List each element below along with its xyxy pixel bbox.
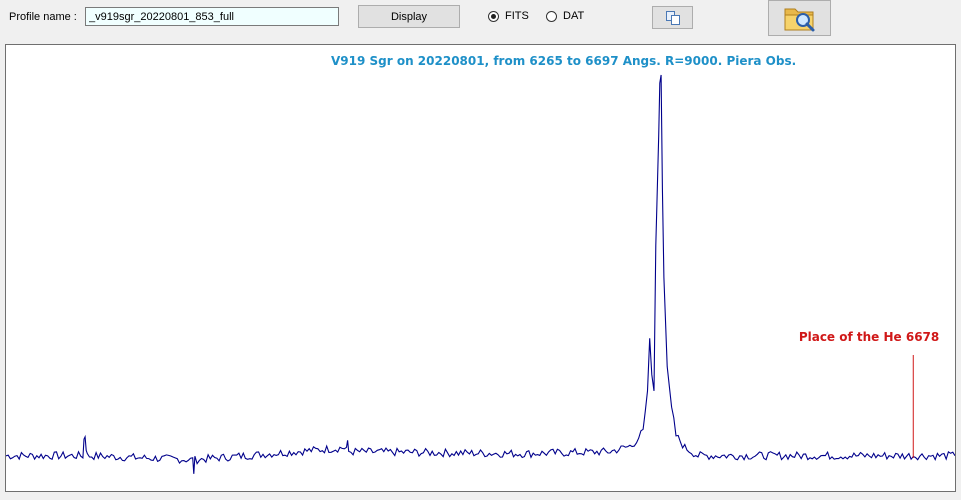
profile-name-input[interactable] [85,7,339,26]
spectrum-plot-panel: V919 Sgr on 20220801, from 6265 to 6697 … [5,44,956,492]
open-folder-search-button[interactable] [768,0,831,36]
chart-title: V919 Sgr on 20220801, from 6265 to 6697 … [331,54,796,68]
radio-fits-label: FITS [505,10,529,22]
radio-fits[interactable]: FITS [488,10,529,22]
spectrum-line [6,74,955,474]
folder-search-icon [784,8,814,32]
he-6678-annotation: Place of the He 6678 [799,330,939,344]
copy-button[interactable] [652,6,693,29]
copy-icon [665,10,680,25]
radio-fits-indicator[interactable] [488,10,499,22]
profile-name-label: Profile name : [9,11,77,23]
radio-dat-label: DAT [563,10,585,22]
spectrum-chart: V919 Sgr on 20220801, from 6265 to 6697 … [6,54,955,474]
radio-dat-indicator[interactable] [546,10,557,22]
radio-dat[interactable]: DAT [546,10,584,22]
display-button[interactable]: Display [358,5,460,28]
